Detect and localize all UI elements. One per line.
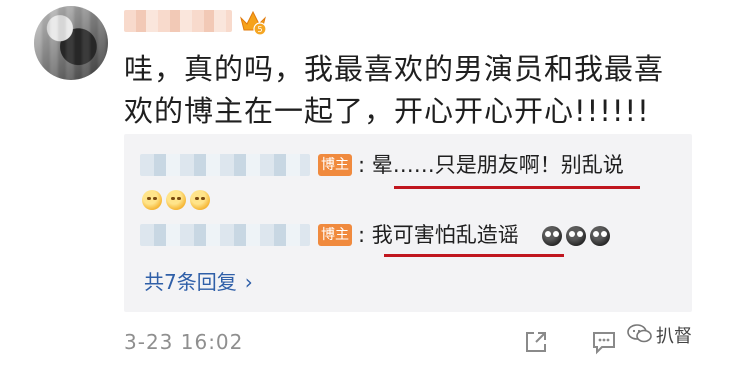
grin-emoji-icon	[142, 190, 162, 210]
reply-text: : 晕……只是朋友啊！别乱说	[358, 153, 624, 177]
reply-user-name-redacted[interactable]	[140, 154, 310, 176]
scared-emoji-icon	[590, 226, 610, 246]
vip-level-text: 5	[257, 25, 262, 34]
reply-text: : 我可害怕乱造谣	[358, 223, 519, 247]
watermark-text: 扒督	[656, 326, 692, 347]
wechat-logo-icon	[627, 324, 652, 343]
share-icon[interactable]	[522, 328, 550, 356]
grin-emoji-icon	[190, 190, 210, 210]
commenter-avatar[interactable]	[34, 6, 108, 80]
replies-panel: 博主 : 晕……只是朋友啊！别乱说 博主 : 我可害怕乱造谣 共7条回复 ›	[124, 134, 692, 312]
blogger-tag: 博主	[318, 224, 352, 246]
view-all-replies-link[interactable]: 共7条回复 ›	[144, 266, 253, 295]
reply-count-label: 共7条回复	[144, 270, 237, 294]
commenter-name-redacted[interactable]	[124, 10, 232, 32]
red-underline-annotation	[394, 186, 640, 189]
scared-emoji-icon	[542, 226, 562, 246]
chevron-right-icon: ›	[244, 270, 253, 294]
comment-body: 哇，真的吗，我最喜欢的男演员和我最喜欢的博主在一起了，开心开心开心!!!!!!	[124, 52, 665, 128]
comment-timestamp: 3-23 16:02	[124, 330, 244, 354]
vip-crown-badge-icon: 5	[240, 10, 267, 36]
scared-emoji-icon	[566, 226, 586, 246]
blogger-tag: 博主	[318, 154, 352, 176]
reply-user-name-redacted[interactable]	[140, 224, 310, 246]
comment-icon[interactable]	[590, 328, 618, 356]
grin-emoji-icon	[166, 190, 186, 210]
red-underline-annotation	[384, 254, 564, 257]
